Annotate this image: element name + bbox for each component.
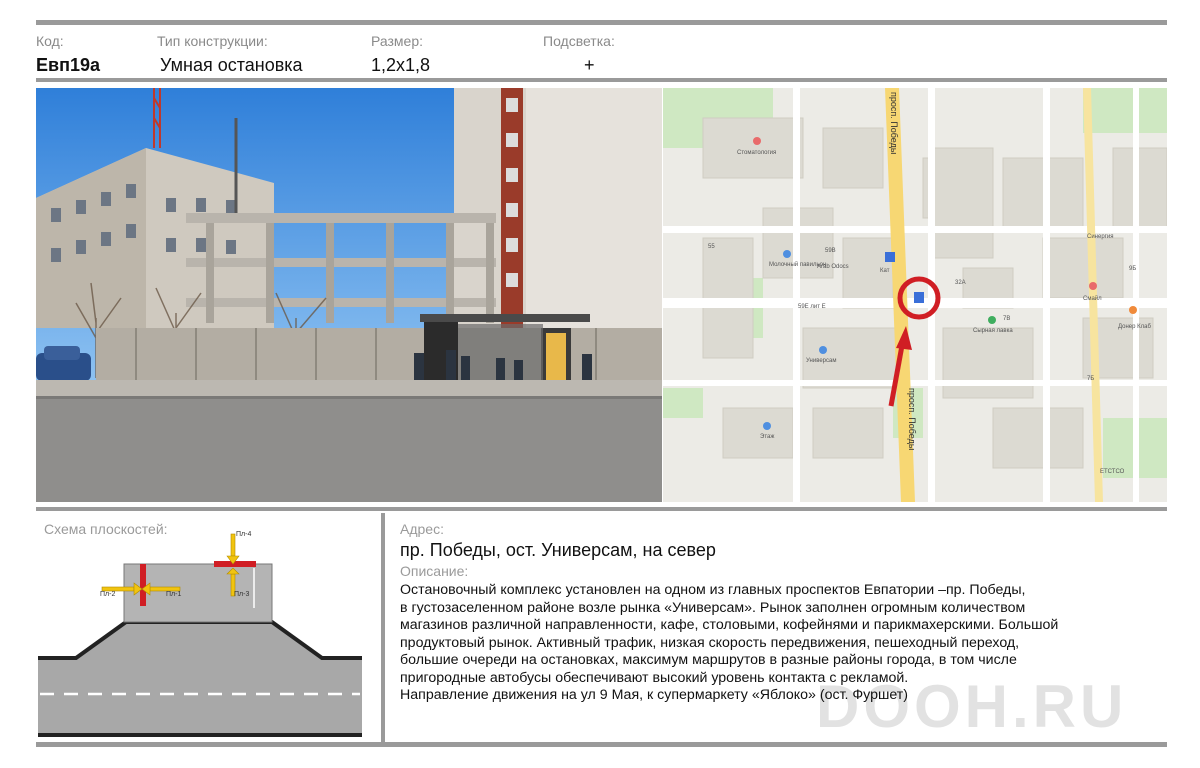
light-label: Подсветка: (543, 33, 615, 49)
description-line: в густозаселенном районе возле рынка «Ун… (400, 599, 1026, 616)
map-poi-syrnaya: Сырная лавка (973, 328, 1013, 334)
mid-rule (36, 507, 1167, 511)
map-house-7v: 7В (1003, 316, 1010, 322)
map-poi-arab: Arab Odocs (817, 264, 849, 270)
code-value: Евп19а (36, 55, 100, 75)
description-line: Остановочный комплекс установлен на одно… (400, 582, 1026, 598)
map-poi-etazh: Этаж (760, 434, 774, 440)
size-value: 1,2x1,8 (371, 55, 431, 75)
map-house-32a: 32А (955, 280, 966, 286)
map-poi-doner: Донер Клаб (1118, 324, 1151, 330)
map-street-bottom: просп. Победы (907, 388, 917, 450)
plane-1-label: Пл-1 (166, 591, 181, 598)
plane-4 (214, 561, 256, 567)
code-label: Код: (36, 33, 64, 49)
type-label: Тип конструкции: (157, 33, 268, 49)
plane-schema: Пл-2 Пл-1 Пл-3 Пл-4 (36, 514, 380, 742)
light-value: + (584, 55, 595, 75)
section-divider (381, 513, 385, 743)
plane-2-label: Пл-2 (100, 591, 115, 598)
description-line: продуктовый рынок. Активный трафик, низк… (400, 634, 1020, 651)
description-label: Описание: (400, 563, 469, 579)
address-value: пр. Победы, ост. Универсам, на север (400, 540, 716, 560)
map-poi-etstso: ЕТСТСО (1100, 469, 1125, 475)
map-poi-kat: Кат (880, 268, 890, 274)
location-photo (36, 88, 662, 502)
map-poi-smile: Смайл (1083, 295, 1102, 302)
description-line: пригородные автобусы обеспечивают высоки… (400, 669, 909, 686)
header-rule (36, 78, 1167, 82)
plane-1 (140, 564, 146, 606)
plane-3-label: Пл-3 (234, 591, 249, 598)
map-house-59e: 59Е лит Е (798, 304, 826, 310)
plane-4-label: Пл-4 (236, 531, 251, 538)
description-line: Направление движения на ул 9 Мая, к супе… (400, 687, 909, 703)
location-map: просп. Победы просп. Победы Стоматология… (663, 88, 1167, 502)
description-line: большие очереди на остановках, максимум … (400, 652, 1017, 668)
map-house-7b: 7Б (1087, 376, 1094, 382)
map-street-top: просп. Победы (889, 92, 899, 154)
bus-stop-icon (914, 292, 924, 303)
address-label: Адрес: (400, 521, 444, 537)
description-text: Остановочный комплекс установлен на одно… (400, 582, 1170, 705)
map-poi-sinergiya: Синергия (1087, 234, 1113, 240)
type-value: Умная остановка (160, 55, 303, 75)
map-house-9b: 9Б (1129, 266, 1136, 272)
map-house-59v: 59В (825, 248, 836, 254)
map-poi-universam: Универсам (806, 358, 836, 364)
map-poi-dentistry: Стоматология (737, 150, 776, 156)
map-house-55: 55 (708, 244, 715, 250)
bottom-rule (36, 742, 1167, 747)
description-line: магазинов различной направленности, кафе… (400, 617, 1059, 633)
size-label: Размер: (371, 33, 424, 49)
top-rule (36, 20, 1167, 25)
